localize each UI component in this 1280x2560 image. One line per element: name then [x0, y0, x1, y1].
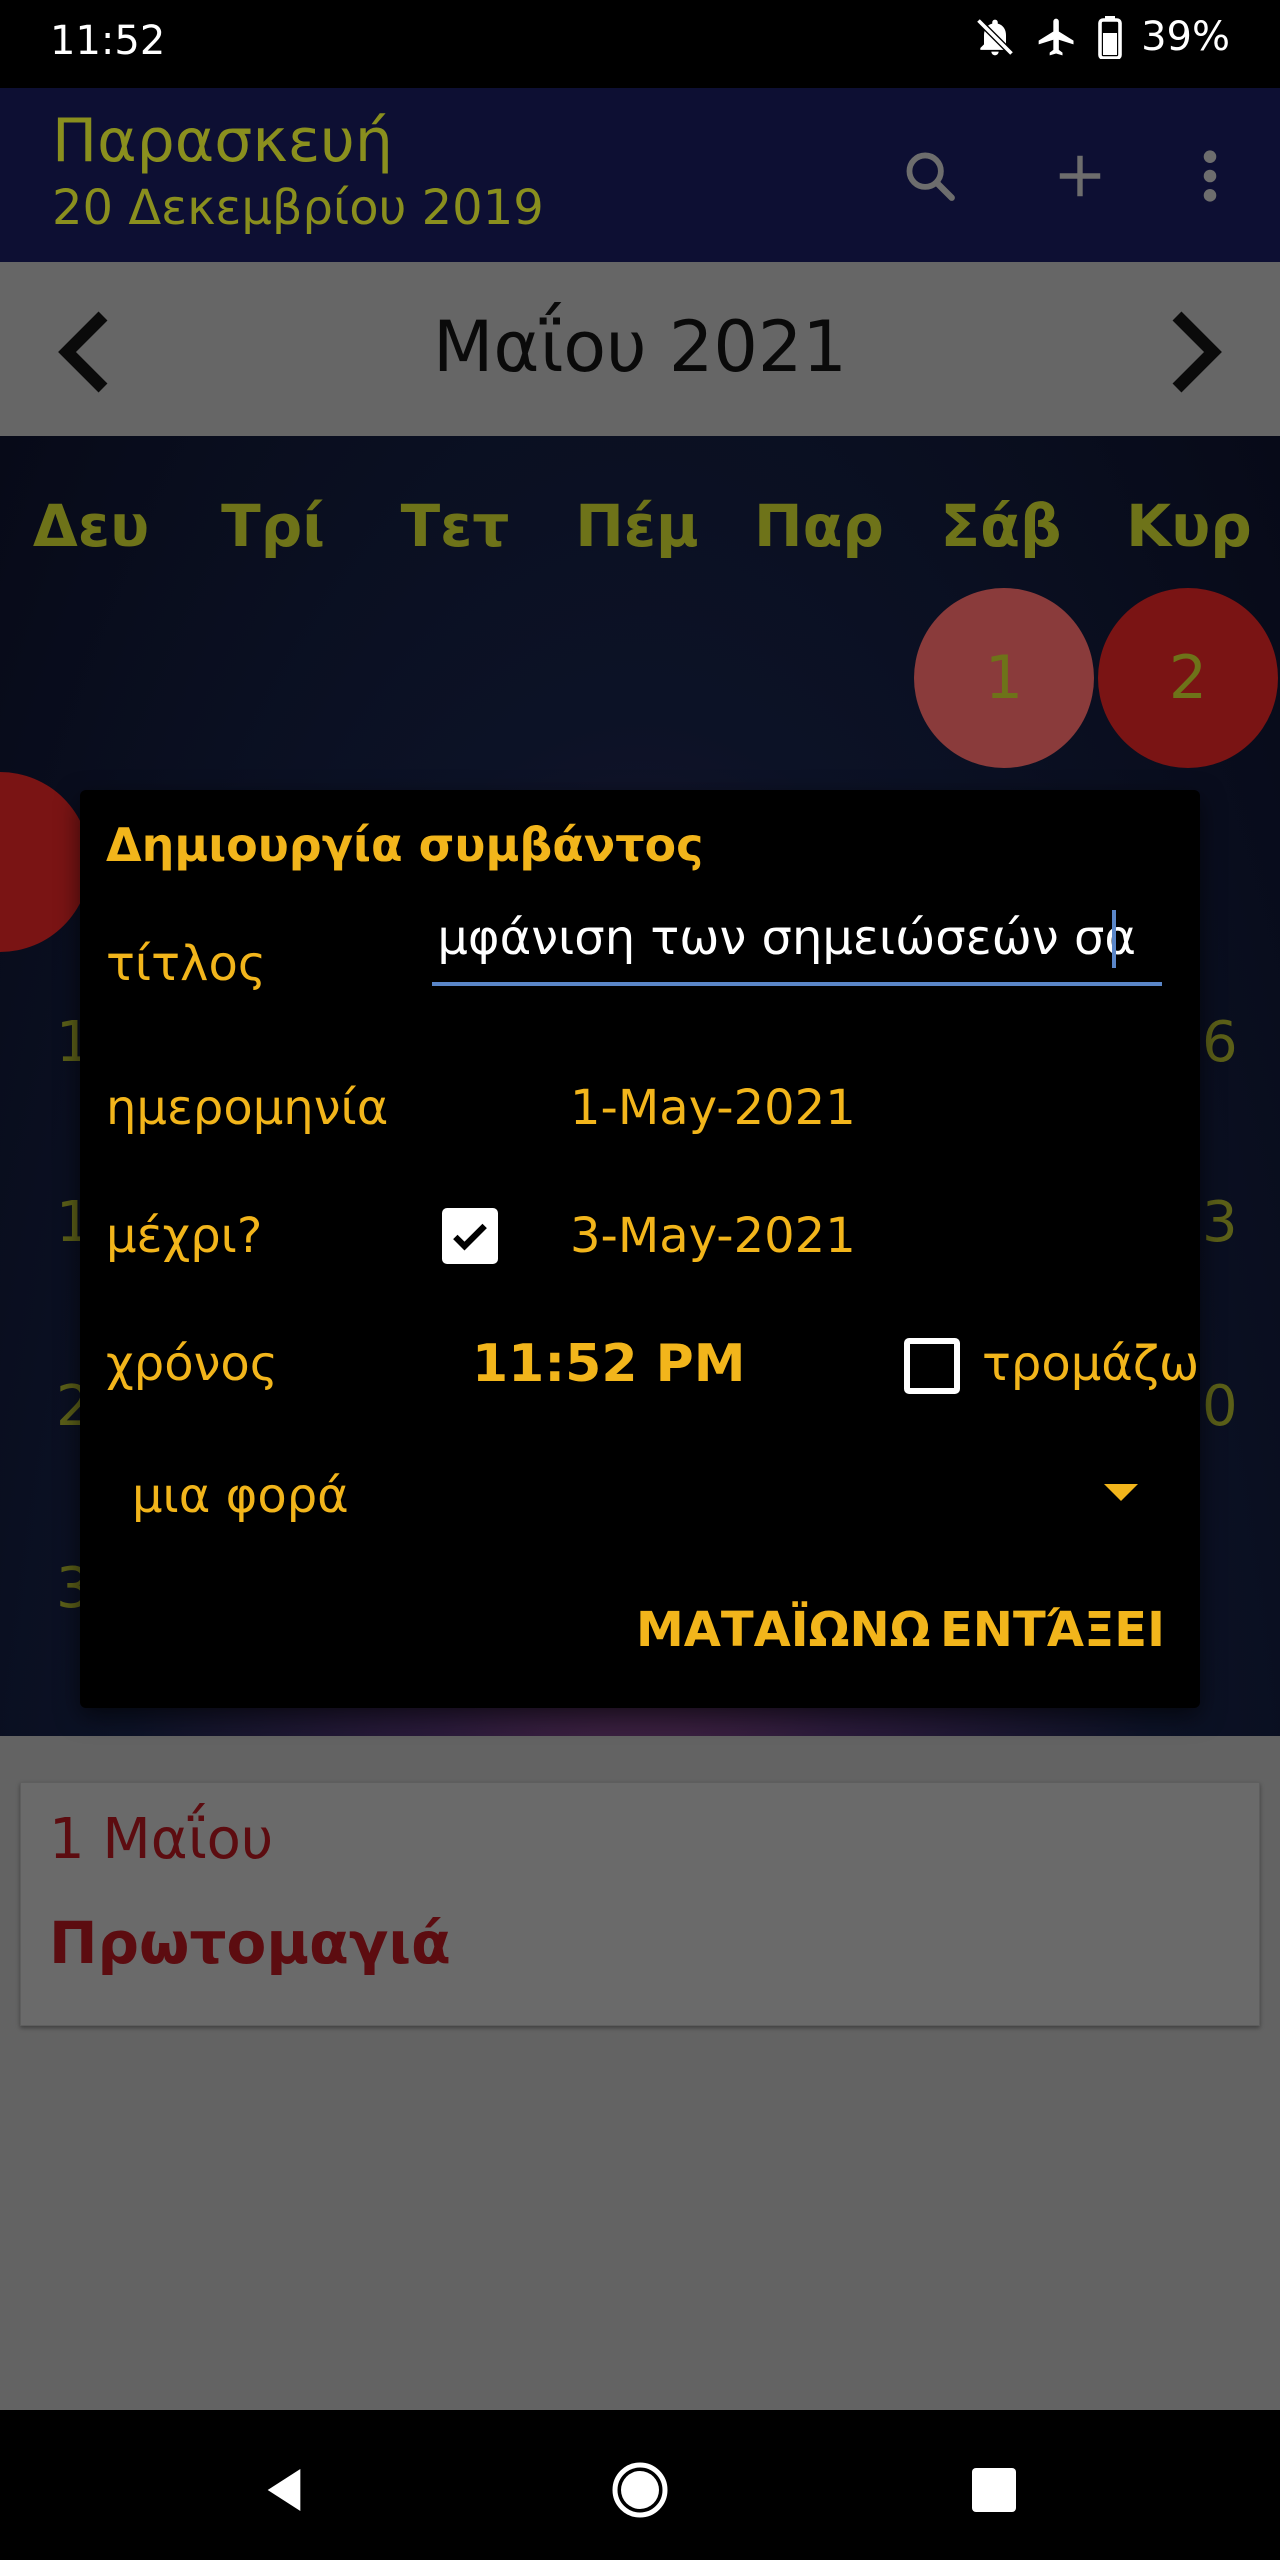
day-edge-right-2: 3: [1202, 1190, 1238, 1255]
title-input-value: :μφάνιση των σημειώσεών σα: [432, 910, 1136, 966]
ok-button[interactable]: ΕΝΤΆΞΕΙ: [940, 1602, 1165, 1658]
alarm-checkbox[interactable]: [904, 1338, 960, 1394]
recents-icon: [972, 2468, 1016, 2512]
events-list: 1 Μαΐου Πρωτομαγιά: [0, 1736, 1280, 2410]
notifications-off-icon: [973, 15, 1017, 59]
app-subtitle: 20 Δεκεμβρίου 2019: [52, 180, 544, 236]
create-event-dialog: Δημιουργία συμβάντος τίτλος :μφάνιση των…: [80, 790, 1200, 1708]
chevron-right-icon: [1172, 311, 1222, 393]
app-bar: Παρασκευή 20 Δεκεμβρίου 2019: [0, 88, 1280, 262]
weekday-thu: Πέμ: [575, 492, 699, 560]
day-edge-right-3: 0: [1202, 1374, 1238, 1439]
status-time: 11:52: [50, 18, 166, 64]
weekday-sun: Κυρ: [1126, 492, 1252, 560]
time-label: χρόνος: [106, 1336, 278, 1392]
battery-icon: [1097, 15, 1123, 59]
repeat-selected-value: μια φορά: [132, 1468, 349, 1524]
search-button[interactable]: [890, 136, 970, 216]
time-picker[interactable]: 11:52 PM: [472, 1334, 745, 1394]
checkmark-icon: [453, 1223, 487, 1251]
weekday-mon: Δευ: [32, 492, 150, 560]
start-date-picker[interactable]: 1-Μay-2021: [570, 1080, 856, 1136]
event-card[interactable]: 1 Μαΐου Πρωτομαγιά: [20, 1782, 1260, 2026]
app-title: Παρασκευή: [52, 106, 393, 176]
cancel-button[interactable]: ΜΑΤΑΪΩΝΩ: [636, 1602, 930, 1658]
day-cell-1[interactable]: 1: [914, 588, 1094, 768]
recents-button[interactable]: [954, 2450, 1034, 2530]
text-cursor: [1112, 910, 1116, 968]
more-vert-icon: [1203, 150, 1217, 202]
title-label: τίτλος: [106, 936, 266, 992]
battery-percent: 39%: [1141, 14, 1230, 60]
back-button[interactable]: [244, 2450, 324, 2530]
airplane-mode-icon: [1035, 15, 1079, 59]
weekday-wed: Τετ: [400, 492, 510, 560]
end-date-picker[interactable]: 3-Μay-2021: [570, 1208, 856, 1264]
system-navigation-bar: [0, 2410, 1280, 2560]
back-icon: [267, 2469, 301, 2511]
event-title: Πρωτομαγιά: [49, 1909, 451, 1977]
dialog-title: Δημιουργία συμβάντος: [106, 818, 704, 872]
weekday-tue: Τρί: [221, 492, 325, 560]
home-icon: [612, 2462, 668, 2518]
home-button[interactable]: [600, 2450, 680, 2530]
title-input[interactable]: :μφάνιση των σημειώσεών σα: [432, 906, 1162, 986]
repeat-dropdown[interactable]: μια φορά: [106, 1450, 1174, 1550]
month-navigation: Μαΐου 2021: [0, 262, 1280, 436]
day-cell-2[interactable]: 2: [1098, 588, 1278, 768]
next-month-button[interactable]: [1150, 302, 1240, 402]
until-checkbox[interactable]: [442, 1208, 498, 1264]
add-button[interactable]: [1040, 136, 1120, 216]
day-cell-partial[interactable]: [0, 772, 90, 952]
day-edge-right-1: 6: [1202, 1010, 1238, 1075]
add-icon: [1059, 155, 1101, 197]
more-options-button[interactable]: [1170, 136, 1250, 216]
weekday-fri: Παρ: [754, 492, 884, 560]
date-label: ημερομηνία: [106, 1080, 389, 1136]
dropdown-arrow-icon: [1104, 1484, 1138, 1501]
event-date: 1 Μαΐου: [49, 1807, 274, 1872]
status-icons: 39%: [973, 14, 1230, 60]
alarm-label: τρομάζω: [982, 1336, 1200, 1392]
weekday-sat: Σάβ: [940, 492, 1062, 560]
status-bar: 11:52 39%: [0, 0, 1280, 88]
month-title: Μαΐου 2021: [433, 306, 847, 388]
search-icon: [906, 152, 955, 201]
until-label: μέχρι?: [106, 1208, 263, 1264]
